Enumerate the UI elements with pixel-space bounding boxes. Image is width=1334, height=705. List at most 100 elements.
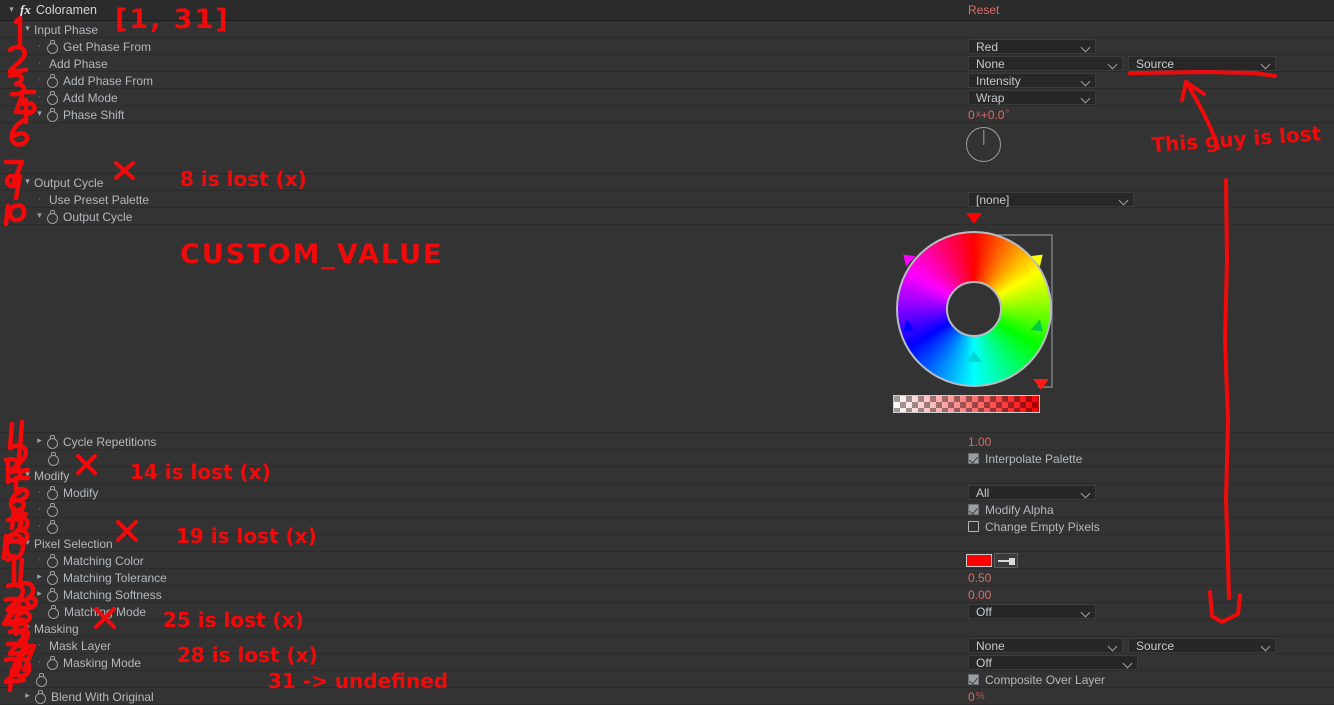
chevron-down-icon bbox=[1081, 93, 1091, 103]
modify-alpha-checkbox[interactable]: Modify Alpha bbox=[968, 501, 1054, 518]
matching-color-swatch[interactable] bbox=[966, 554, 992, 567]
change-empty-pixels-checkbox[interactable]: Change Empty Pixels bbox=[968, 518, 1100, 535]
add-phase-source-dropdown[interactable]: Source bbox=[1128, 56, 1276, 71]
mask-source-dropdown[interactable]: Source bbox=[1128, 638, 1276, 653]
row-matching-softness[interactable]: ▸ Matching Softness 0.00 bbox=[0, 586, 1334, 603]
stopwatch-icon[interactable] bbox=[46, 451, 60, 466]
eyedropper-icon[interactable] bbox=[994, 553, 1018, 568]
stopwatch-icon[interactable] bbox=[45, 655, 59, 670]
row-matching-mode[interactable]: Matching Mode Off bbox=[0, 603, 1334, 620]
stopwatch-icon[interactable] bbox=[45, 502, 59, 517]
row-phase-shift[interactable]: ▾ Phase Shift 0 x +0.0 ° bbox=[0, 106, 1334, 123]
gradient-end-marker[interactable] bbox=[1033, 379, 1049, 390]
stopwatch-icon[interactable] bbox=[45, 485, 59, 500]
stopwatch-icon[interactable] bbox=[45, 209, 59, 224]
row-add-phase-from[interactable]: · Add Phase From Intensity bbox=[0, 72, 1334, 89]
row-cycle-repetitions[interactable]: ▸ Cycle Repetitions 1.00 bbox=[0, 433, 1334, 450]
row-add-phase[interactable]: · Add Phase None Source bbox=[0, 55, 1334, 72]
stopwatch-icon[interactable] bbox=[45, 587, 59, 602]
chevron-down-icon bbox=[1108, 59, 1118, 69]
row-label-text: Masking bbox=[34, 621, 79, 636]
row-label-text: Modify bbox=[63, 485, 99, 500]
row-use-preset-palette[interactable]: · Use Preset Palette [none] bbox=[0, 191, 1334, 208]
parameter-rows: ▾ Input Phase · Get Phase From Red · Add… bbox=[0, 21, 1334, 705]
chevron-down-icon[interactable]: ▾ bbox=[22, 466, 33, 483]
row-interpolate-palette[interactable]: Interpolate Palette bbox=[0, 450, 1334, 467]
modify-dropdown[interactable]: All bbox=[968, 485, 1096, 500]
stopwatch-icon[interactable] bbox=[46, 604, 60, 619]
matching-softness-value[interactable]: 0.00 bbox=[968, 586, 991, 603]
matching-mode-dropdown[interactable]: Off bbox=[968, 604, 1096, 619]
row-change-empty-pixels[interactable]: · Change Empty Pixels bbox=[0, 518, 1334, 535]
checkbox-icon bbox=[968, 521, 979, 532]
phase-shift-dial[interactable] bbox=[966, 127, 1001, 162]
row-matching-tolerance[interactable]: ▸ Matching Tolerance 0.50 bbox=[0, 569, 1334, 586]
composite-over-layer-checkbox[interactable]: Composite Over Layer bbox=[968, 671, 1105, 688]
mask-layer-dropdown[interactable]: None bbox=[968, 638, 1123, 653]
get-phase-from-dropdown[interactable]: Red bbox=[968, 39, 1096, 54]
row-composite-over-layer[interactable]: Composite Over Layer bbox=[0, 671, 1334, 688]
chevron-down-icon[interactable]: ▾ bbox=[22, 619, 33, 636]
stopwatch-icon[interactable] bbox=[45, 553, 59, 568]
interpolate-palette-checkbox[interactable]: Interpolate Palette bbox=[968, 450, 1082, 467]
chevron-right-icon[interactable]: ▸ bbox=[34, 432, 45, 449]
chevron-down-icon[interactable]: ▾ bbox=[22, 534, 33, 551]
checkbox-icon bbox=[968, 453, 979, 464]
bullet-icon: · bbox=[37, 91, 42, 103]
row-modify-group[interactable]: ▾ Modify bbox=[0, 467, 1334, 484]
stopwatch-icon[interactable] bbox=[45, 434, 59, 449]
row-label-text: Matching Softness bbox=[63, 587, 162, 602]
row-masking-mode[interactable]: · Masking Mode Off bbox=[0, 654, 1334, 671]
stopwatch-icon[interactable] bbox=[34, 672, 48, 687]
blend-with-original-value[interactable]: 0% bbox=[968, 688, 985, 705]
wheel-marker-bottom[interactable] bbox=[966, 351, 982, 362]
bullet-icon: · bbox=[37, 656, 42, 668]
row-mask-layer[interactable]: · Mask Layer None Source bbox=[0, 637, 1334, 654]
row-add-mode[interactable]: · Add Mode Wrap bbox=[0, 89, 1334, 106]
chevron-down-icon bbox=[1081, 607, 1091, 617]
row-output-cycle-group[interactable]: ▾ Output Cycle bbox=[0, 174, 1334, 191]
add-phase-from-dropdown[interactable]: Intensity bbox=[968, 73, 1096, 88]
wheel-marker-top[interactable] bbox=[966, 213, 982, 224]
stopwatch-icon[interactable] bbox=[45, 39, 59, 54]
chevron-right-icon[interactable]: ▸ bbox=[22, 687, 33, 704]
stopwatch-icon[interactable] bbox=[45, 90, 59, 105]
fx-icon: fx bbox=[20, 2, 31, 17]
row-modify[interactable]: · Modify All bbox=[0, 484, 1334, 501]
row-get-phase-from[interactable]: · Get Phase From Red bbox=[0, 38, 1334, 55]
row-masking-group[interactable]: ▾ Masking bbox=[0, 620, 1334, 637]
color-wheel-ring[interactable] bbox=[896, 231, 1052, 387]
phase-shift-value[interactable]: 0 x +0.0 ° bbox=[968, 106, 1009, 123]
use-preset-palette-dropdown[interactable]: [none] bbox=[968, 192, 1134, 207]
row-color-wheel bbox=[0, 225, 1334, 433]
chevron-right-icon[interactable]: ▸ bbox=[34, 568, 45, 585]
add-phase-layer-dropdown[interactable]: None bbox=[968, 56, 1123, 71]
masking-mode-dropdown[interactable]: Off bbox=[968, 655, 1138, 670]
output-cycle-color-wheel[interactable] bbox=[886, 213, 1086, 413]
stopwatch-icon[interactable] bbox=[33, 689, 47, 704]
chevron-down-icon[interactable]: ▾ bbox=[34, 105, 45, 122]
row-blend-with-original[interactable]: ▸ Blend With Original 0% bbox=[0, 688, 1334, 705]
reset-button[interactable]: Reset bbox=[968, 3, 999, 17]
add-mode-dropdown[interactable]: Wrap bbox=[968, 90, 1096, 105]
stopwatch-icon[interactable] bbox=[45, 73, 59, 88]
row-label-text: Input Phase bbox=[34, 22, 99, 37]
stopwatch-icon[interactable] bbox=[45, 519, 59, 534]
output-cycle-gradient-bar[interactable] bbox=[893, 395, 1040, 413]
chevron-down-icon[interactable]: ▾ bbox=[6, 1, 17, 18]
stopwatch-icon[interactable] bbox=[45, 570, 59, 585]
chevron-down-icon[interactable]: ▾ bbox=[22, 20, 33, 37]
row-label-text: Output Cycle bbox=[34, 175, 104, 190]
chevron-right-icon[interactable]: ▸ bbox=[34, 585, 45, 602]
matching-tolerance-value[interactable]: 0.50 bbox=[968, 569, 991, 586]
cycle-repetitions-value[interactable]: 1.00 bbox=[968, 433, 991, 450]
chevron-down-icon[interactable]: ▾ bbox=[34, 207, 45, 224]
row-matching-color[interactable]: · Matching Color bbox=[0, 552, 1334, 569]
row-input-phase[interactable]: ▾ Input Phase bbox=[0, 21, 1334, 38]
row-output-cycle[interactable]: ▾ Output Cycle bbox=[0, 208, 1334, 225]
chevron-down-icon[interactable]: ▾ bbox=[22, 173, 33, 190]
row-modify-alpha[interactable]: · Modify Alpha bbox=[0, 501, 1334, 518]
row-pixel-selection[interactable]: ▾ Pixel Selection bbox=[0, 535, 1334, 552]
stopwatch-icon[interactable] bbox=[45, 107, 59, 122]
chevron-down-icon bbox=[1261, 641, 1271, 651]
